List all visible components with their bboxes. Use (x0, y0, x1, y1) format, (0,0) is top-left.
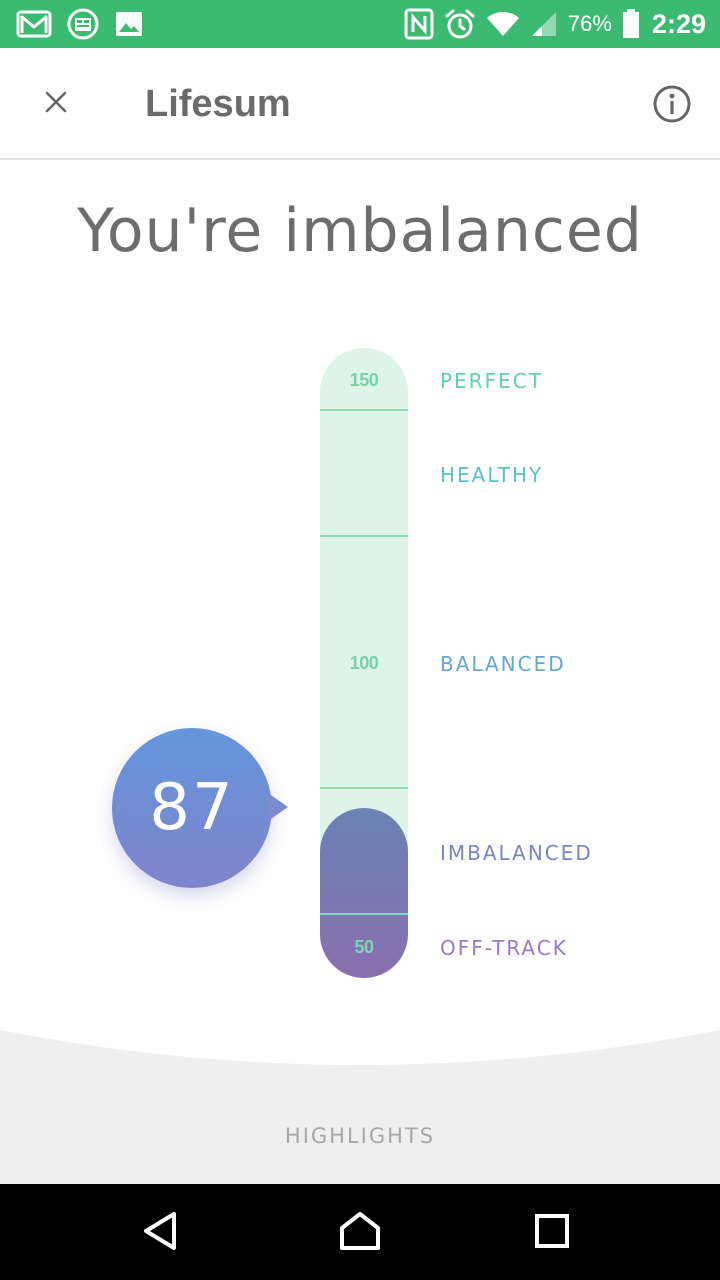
level-label-healthy: HEALTHY (440, 463, 544, 487)
balance-meter: 150 100 50 PERFECT HEALTHY BALANCED IMBA… (0, 0, 720, 1030)
tick-label-bottom: 50 (354, 937, 374, 957)
meter-divider (320, 535, 408, 537)
meter-divider (320, 787, 408, 789)
meter-divider (320, 409, 408, 411)
system-nav-bar (0, 1184, 720, 1280)
home-icon (338, 1210, 382, 1257)
recents-button[interactable] (527, 1208, 577, 1258)
home-button[interactable] (335, 1208, 385, 1258)
level-label-perfect: PERFECT (440, 369, 543, 393)
recents-square-icon (534, 1213, 570, 1254)
level-label-off-track: OFF-TRACK (440, 936, 568, 960)
meter-divider (320, 913, 408, 915)
highlights-background (0, 1030, 720, 1184)
tick-label-top: 150 (349, 370, 379, 390)
score-bubble: 87 (112, 728, 272, 888)
back-triangle-icon (140, 1210, 180, 1257)
level-label-balanced: BALANCED (440, 652, 566, 676)
highlights-section (0, 1000, 720, 1184)
back-button[interactable] (135, 1208, 185, 1258)
highlights-heading[interactable]: HIGHLIGHTS (0, 1124, 720, 1148)
level-label-imbalanced: IMBALANCED (440, 841, 593, 865)
tick-label-middle: 100 (349, 653, 379, 673)
score-pointer (268, 793, 288, 821)
score-value: 87 (149, 771, 235, 845)
